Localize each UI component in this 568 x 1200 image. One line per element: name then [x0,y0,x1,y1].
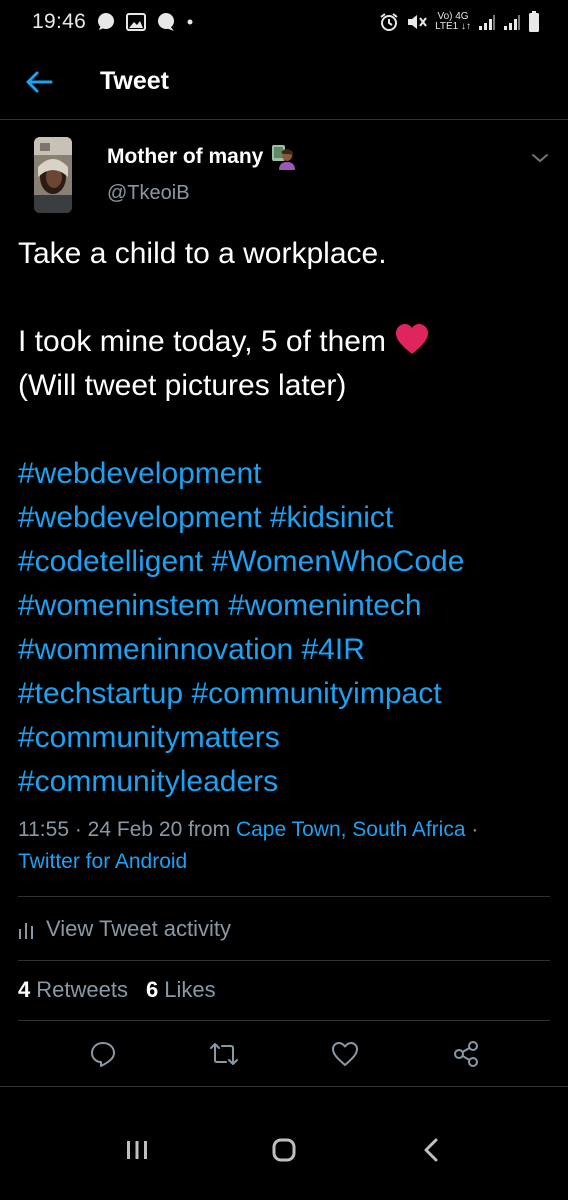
tweet-date: 24 Feb 20 [87,818,183,841]
line-break [18,408,548,452]
whatsapp-icon [96,12,116,32]
share-icon [453,1041,478,1067]
tweet-source-link[interactable]: Twitter for Android [18,850,187,873]
hashtag-line: #womeninstem #womenintech [18,584,548,628]
tweet-metadata: 11:55 · 24 Feb 20 from Cape Town, South … [18,814,558,878]
author-name-text: Mother of many [107,145,264,168]
hashtag-line: #wommeninnovation #4IR [18,628,548,672]
divider [18,960,550,961]
hashtag-block: #webdevelopment #webdevelopment #kidsinic… [18,452,548,804]
tweet-detail: Mother of many @TkeoiB Take a child to a… [0,120,568,873]
hashtag-link[interactable]: #webdevelopment [18,501,262,534]
home-button[interactable] [254,1120,314,1180]
meta-separator: · [471,818,479,841]
share-button[interactable] [446,1034,486,1074]
gallery-icon [126,13,147,31]
back-arrow-icon [26,71,53,92]
hashtag-link[interactable]: #codetelligent [18,545,203,578]
recent-apps-button[interactable] [107,1120,167,1180]
network-indicator: Vo) 4G LTE1 ↓↑ [435,12,471,32]
tweet-text-line: I took mine today, 5 of them [18,320,548,364]
hashtag-link[interactable]: #techstartup [18,677,183,710]
system-nav-bar [0,1100,568,1200]
woman-office-worker-emoji-icon [271,144,296,170]
hashtag-link[interactable]: #communitymatters [18,721,280,754]
hashtag-link[interactable]: #communityimpact [191,677,441,710]
retweets-stat[interactable]: 4 Retweets [18,977,128,1003]
bar-chart-icon [19,923,33,939]
status-left: 19:46 [32,10,194,34]
line-break [18,276,548,320]
hashtag-line: #techstartup #communityimpact [18,672,548,716]
hashtag-link[interactable]: #womenintech [228,589,421,622]
back-nav-button[interactable] [401,1120,461,1180]
retweets-label: Retweets [36,977,128,1002]
tweet-text-segment: I took mine today, 5 of them [18,325,386,358]
meta-from-label: from [188,818,236,841]
retweet-button[interactable] [204,1034,244,1074]
hashtag-link[interactable]: #WomenWhoCode [212,545,465,578]
battery-icon [528,11,540,33]
hashtag-line: #communityleaders [18,760,548,804]
hashtag-link[interactable]: #wommeninnovation [18,633,293,666]
tweet-time: 11:55 [18,818,69,841]
hashtag-line: #webdevelopment [18,452,548,496]
page-title: Tweet [100,67,169,95]
status-bar: 19:46 Vo) 4G LTE1 ↓↑ [0,0,568,44]
status-time: 19:46 [32,10,87,33]
likes-label: Likes [164,977,216,1002]
hashtag-link[interactable]: #kidsinict [270,501,393,534]
message-icon [156,12,176,32]
mute-icon [406,12,428,32]
tweet-stats: 4 Retweets 6 Likes [18,962,234,1018]
screen: 19:46 Vo) 4G LTE1 ↓↑ Tweet Mother of man… [0,0,568,1200]
app-header: Tweet [0,44,568,120]
home-icon [272,1138,296,1162]
avatar[interactable] [34,137,72,213]
author-handle[interactable]: @TkeoiB [107,182,190,205]
tweet-actions [0,1020,568,1088]
tweet-location-link[interactable]: Cape Town, South Africa [236,818,466,841]
author-name[interactable]: Mother of many [107,144,296,170]
alarm-icon [379,12,399,32]
view-tweet-activity-button[interactable]: View Tweet activity [18,897,231,961]
tweet-text-line: Take a child to a workplace. [18,237,387,270]
meta-separator: · [74,818,88,841]
hashtag-link[interactable]: #womeninstem [18,589,220,622]
divider [0,1086,568,1087]
view-tweet-activity-label: View Tweet activity [46,916,232,941]
chevron-down-icon [532,154,548,163]
hashtag-line: #communitymatters [18,716,548,760]
hashtag-line: #codetelligent #WomenWhoCode [18,540,548,584]
dot-icon [186,18,194,26]
reply-icon [90,1042,115,1067]
signal-icon [503,13,521,31]
chevron-left-icon [424,1138,438,1162]
hashtag-link[interactable]: #webdevelopment [18,457,262,490]
heart-icon [331,1042,358,1066]
retweet-icon [209,1043,238,1065]
from-label: from [188,818,231,841]
recent-apps-icon [127,1141,148,1159]
back-button[interactable] [10,53,68,111]
hashtag-line: #webdevelopment #kidsinict [18,496,548,540]
retweets-count: 4 [18,977,31,1002]
likes-count: 6 [145,977,159,1002]
hashtag-link[interactable]: #communityleaders [18,765,278,798]
tweet-text: Take a child to a workplace. I took mine… [18,232,548,804]
tweet-text-line: (Will tweet pictures later) [18,369,347,402]
likes-stat[interactable]: 6 Likes [146,977,216,1003]
reply-button[interactable] [83,1034,123,1074]
red-heart-emoji-icon [394,323,430,355]
tweet-menu-button[interactable] [528,146,552,170]
hashtag-link[interactable]: #4IR [302,633,365,666]
author-row: Mother of many @TkeoiB [0,120,568,220]
status-right: Vo) 4G LTE1 ↓↑ [379,11,540,33]
signal-icon [478,13,496,31]
network-bottom-text: LTE1 ↓↑ [435,21,471,32]
like-button[interactable] [325,1034,365,1074]
